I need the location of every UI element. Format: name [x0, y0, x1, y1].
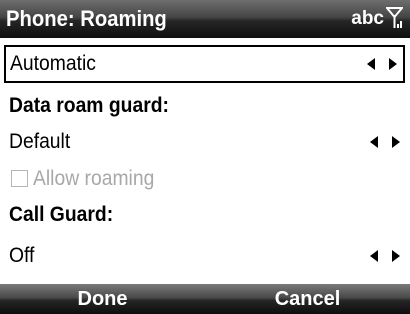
data-roam-guard-heading-row: Data roam guard:: [0, 87, 410, 125]
picker-arrows: [370, 250, 400, 262]
arrow-left-icon: [370, 250, 378, 262]
phone-roaming-screen: Phone: Roaming abc Automatic Data roam g…: [0, 0, 410, 314]
allow-roaming-label: Allow roaming: [33, 167, 155, 190]
call-guard-heading: Call Guard:: [9, 203, 114, 226]
title-bar: Phone: Roaming abc: [0, 0, 410, 38]
page-title: Phone: Roaming: [6, 6, 167, 31]
call-guard-heading-row: Call Guard:: [0, 196, 410, 234]
arrow-left-icon: [367, 58, 375, 70]
arrow-right-icon: [392, 136, 400, 148]
call-guard-picker[interactable]: Off: [0, 237, 410, 275]
data-roam-guard-value: Default: [9, 130, 71, 153]
done-button[interactable]: Done: [0, 284, 205, 314]
arrow-right-icon: [389, 58, 397, 70]
allow-roaming-checkbox: [11, 170, 28, 187]
picker-arrows: [367, 58, 397, 70]
input-mode-indicator: abc: [351, 8, 384, 29]
cancel-button[interactable]: Cancel: [205, 284, 410, 314]
data-roam-guard-picker[interactable]: Default: [0, 123, 410, 161]
allow-roaming-checkbox-row: Allow roaming: [0, 160, 410, 198]
call-guard-value: Off: [9, 244, 35, 267]
arrow-right-icon: [392, 250, 400, 262]
roaming-mode-value: Automatic: [10, 52, 96, 75]
data-roam-guard-heading: Data roam guard:: [9, 94, 169, 117]
softkey-bar: Done Cancel: [0, 284, 410, 314]
arrow-left-icon: [370, 136, 378, 148]
picker-arrows: [370, 136, 400, 148]
antenna-signal-icon: [386, 7, 403, 28]
roaming-mode-picker[interactable]: Automatic: [4, 45, 405, 83]
